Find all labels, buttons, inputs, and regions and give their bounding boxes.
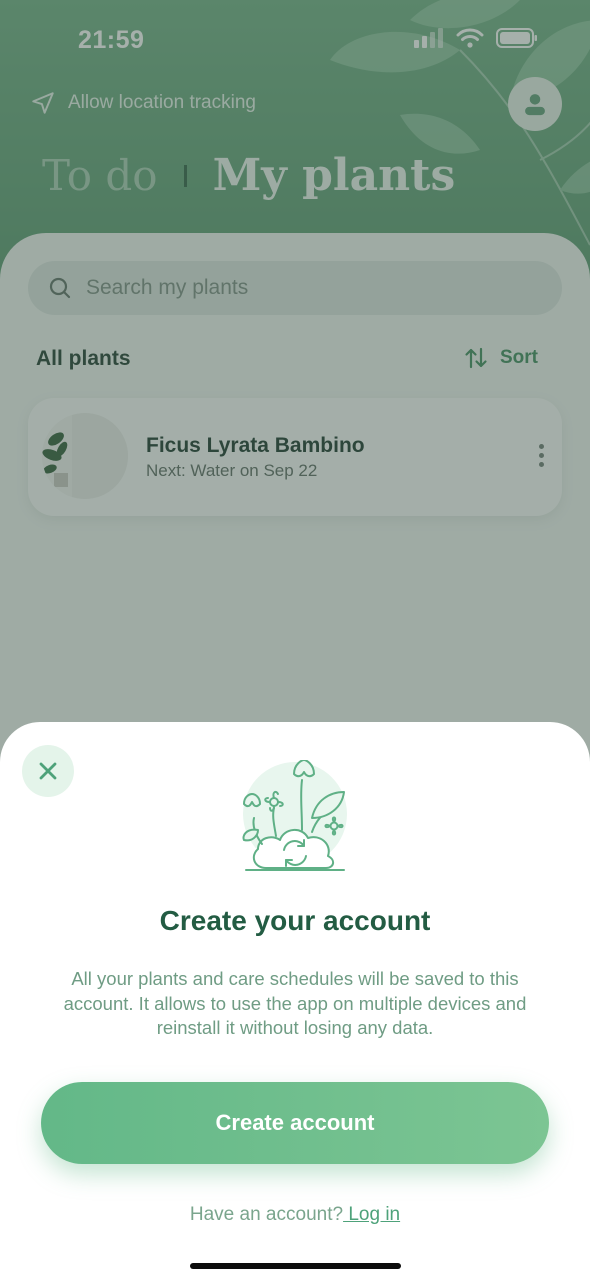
close-button[interactable] (22, 745, 74, 797)
sheet-description: All your plants and care schedules will … (63, 968, 527, 1038)
login-prompt: Have an account? (189, 1204, 344, 1225)
login-row: Have an account? Log in (0, 1204, 590, 1226)
close-icon (39, 762, 57, 780)
create-account-sheet: Create your account All your plants and … (0, 722, 590, 1280)
login-link[interactable]: Log in (343, 1204, 400, 1225)
plants-sync-illustration (242, 760, 347, 871)
create-account-button[interactable]: Create account (41, 1082, 549, 1164)
sheet-title: Create your account (159, 905, 431, 936)
home-indicator (190, 1263, 401, 1269)
